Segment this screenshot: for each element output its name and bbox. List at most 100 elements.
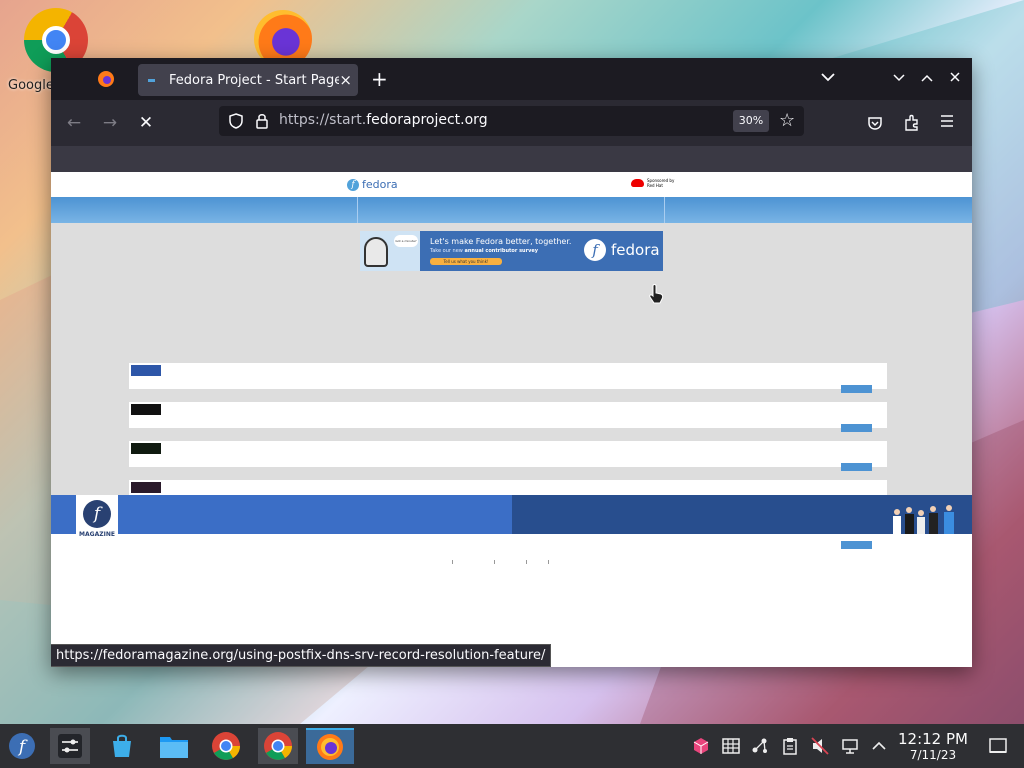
pocket-icon[interactable] [866,114,884,132]
page-content: f fedora Sponsored by Red Hat Got a minut… [51,146,972,667]
article-card[interactable] [129,402,887,432]
chrome-icon [212,732,240,760]
sponsored-by-redhat[interactable]: Sponsored by Red Hat [631,178,674,188]
kde-connect-icon[interactable] [750,736,770,756]
article-read-button[interactable] [841,541,872,549]
back-button[interactable]: ← [61,111,87,135]
taskbar-discover[interactable] [102,728,142,764]
show-desktop-icon[interactable] [988,736,1008,756]
nav-divider [357,197,358,223]
redhat-icon [631,179,644,187]
minimize-button[interactable] [888,68,910,90]
firefox-window: Fedora Project - Start Page × + ← → ✕ ht… [51,58,972,667]
fedora-magazine-band[interactable]: f MAGAZINE [51,495,972,547]
tab-favicon-icon [148,78,155,82]
taskbar-system-settings[interactable] [50,728,90,764]
firefox-view-icon[interactable] [95,68,117,90]
application-launcher[interactable]: f [2,728,42,764]
stop-loading-button[interactable]: ✕ [133,111,159,135]
article-card[interactable] [129,363,887,393]
banner-cta-button[interactable]: Tell us what you think! [430,258,502,265]
site-header: f fedora Sponsored by Red Hat [51,172,972,197]
fedora-logo-text: fedora [362,178,398,191]
lock-icon[interactable] [255,112,269,130]
community-photo [893,505,954,534]
article-thumbnail[interactable] [131,365,161,376]
article-thumbnail[interactable] [131,482,161,493]
clipboard-icon[interactable] [780,736,800,756]
main-section: Got a minute? Let's make Fedora better, … [51,223,972,549]
banner-sub-bold: annual contributor survey [464,248,538,254]
fedora-magazine-logo[interactable]: f MAGAZINE [76,495,118,547]
url-prefix: https://start. [279,112,367,128]
site-nav-bar [51,197,972,223]
raccoon-illustration-icon [364,237,388,267]
taskbar-chrome-window[interactable] [258,728,298,764]
desktop-icon-label: Google [8,78,54,93]
fedora-infinity-icon: f [347,178,359,191]
digital-clock[interactable]: 12:12 PM 7/11/23 [893,730,973,762]
loading-tick [452,560,453,564]
tracking-protection-icon[interactable] [227,112,245,130]
loading-tick [548,560,549,564]
url-text[interactable]: https://start.fedoraproject.org [279,112,488,128]
article-read-button[interactable] [841,385,872,393]
tab-bar: Fedora Project - Start Page × + [51,58,972,100]
taskbar-chrome[interactable] [206,728,246,764]
chevron-down-icon [821,73,835,82]
tab-title: Fedora Project - Start Page [169,72,340,88]
banner-headline: Let's make Fedora better, together. [430,237,572,246]
tab-close-button[interactable]: × [339,71,352,89]
clock-date: 7/11/23 [909,748,957,762]
taskbar-dolphin[interactable] [154,728,194,764]
article-read-button[interactable] [841,463,872,471]
zoom-level-button[interactable]: 30% [733,110,769,132]
settings-sliders-icon [58,734,82,758]
banner-brand-text: fedora [611,241,660,259]
banner-subtext: Take our new annual contributor survey [430,248,538,254]
url-domain: fedoraproject.org [366,112,488,128]
magazine-label: MAGAZINE [79,531,115,538]
navigation-toolbar: ← → ✕ https://start.fedoraproject.org 30… [51,100,972,146]
shopping-bag-icon [113,734,131,757]
article-read-button[interactable] [841,424,872,432]
hand-pointer-cursor-icon [649,284,664,304]
article-thumbnail[interactable] [131,404,161,415]
loading-tick [526,560,527,564]
maximize-icon [921,74,933,82]
article-thumbnail[interactable] [131,443,161,454]
clipboard-grid-icon[interactable] [721,736,741,756]
loading-tick [494,560,495,564]
package-icon[interactable] [691,736,711,756]
bookmark-star-icon[interactable]: ☆ [779,110,795,132]
forward-button[interactable]: → [97,111,123,135]
fedora-infinity-icon: f [83,500,111,528]
menu-icon[interactable] [939,114,955,128]
taskbar-firefox[interactable] [306,728,354,764]
article-card[interactable] [129,441,887,471]
volume-muted-icon[interactable] [810,736,830,756]
fedora-logo[interactable]: f fedora [347,178,398,191]
link-status-tooltip: https://fedoramagazine.org/using-postfix… [51,644,552,667]
clock-time: 12:12 PM [898,730,968,748]
folder-icon [160,737,188,758]
new-tab-button[interactable]: + [371,68,388,90]
fedora-launcher-icon: f [9,733,35,759]
extensions-icon[interactable] [902,113,922,133]
network-wired-icon[interactable] [840,736,860,756]
banner-fedora-logo: f fedora [584,239,660,261]
fedora-infinity-icon: f [584,239,606,261]
sponsor-line2: Red Hat [647,183,663,188]
contributor-survey-banner[interactable]: Got a minute? Let's make Fedora better, … [360,231,663,271]
banner-sub-pre: Take our new [430,248,465,254]
banner-illustration: Got a minute? [360,231,420,271]
tab-fedora-start[interactable]: Fedora Project - Start Page × [138,64,358,96]
maximize-button[interactable] [916,68,938,90]
taskbar: f 12:12 PM 7/11/23 [0,724,1024,768]
chevron-up-icon[interactable] [869,736,889,756]
close-window-button[interactable] [944,68,966,90]
list-all-tabs-button[interactable] [817,68,839,90]
page-top-band [51,146,972,172]
url-bar[interactable]: https://start.fedoraproject.org 30% ☆ [219,106,804,136]
close-icon [950,72,960,82]
